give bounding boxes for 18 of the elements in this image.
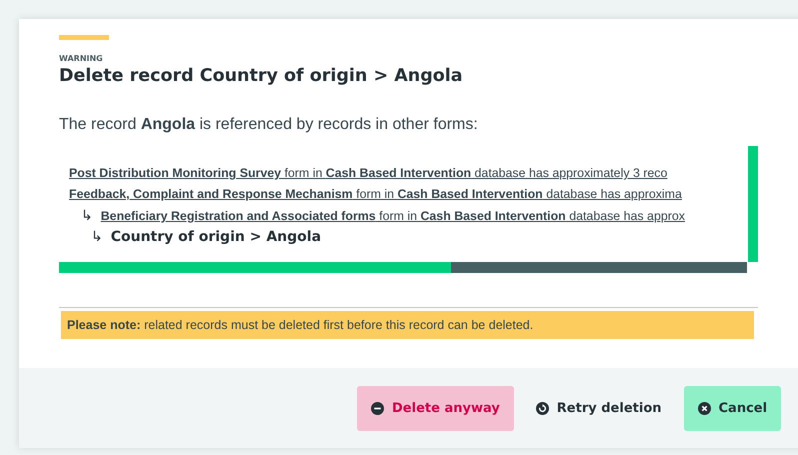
retry-button[interactable]: Retry deletion [522,386,676,430]
dialog-title: Delete record Country of origin > Angola [59,66,464,86]
dialog-eyebrow: WARNING [59,54,104,63]
reference-link[interactable]: Beneficiary Registration and Associated forms form in Cash Based Intervention database has approx [100,209,685,223]
refresh-icon [536,402,549,414]
note-banner: Please note: related records must be deleted first before this record can be deleted. [61,311,754,339]
cancel-button[interactable]: Cancel [684,386,782,430]
reference-link[interactable]: Feedback, Complaint and Response Mechanism form in Cash Based Intervention database has approxima [69,187,682,201]
vertical-scrollbar[interactable] [748,146,758,262]
accent-bar [59,35,109,40]
child-arrow: ↳ [81,208,93,224]
close-icon [698,402,711,414]
minus-circle-icon [371,402,384,414]
intro-text: The record Angola is referenced by records in other forms: [59,116,479,134]
record-name: Country of origin > Angola [110,229,322,245]
horizontal-scrollbar[interactable] [59,262,747,273]
reference-link[interactable]: Post Distribution Monitoring Survey form in Cash Based Intervention database has approximately 3 reco [69,166,668,180]
child-arrow: ↳ [91,229,103,245]
